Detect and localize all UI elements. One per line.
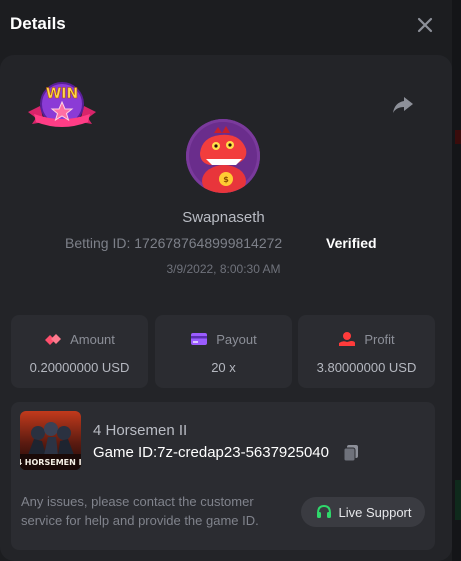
avatar: $ <box>186 119 260 193</box>
headset-icon <box>315 503 333 521</box>
game-name[interactable]: 4 Horsemen II <box>93 422 187 439</box>
stat-amount: Amount 0.20000000 USD <box>11 315 148 388</box>
modal-header: Details <box>0 0 461 50</box>
win-badge-icon: WIN <box>26 78 98 134</box>
svg-text:$: $ <box>223 175 229 184</box>
stat-payout: Payout 20 x <box>155 315 292 388</box>
game-id: Game ID:7z-credap23-5637925040 <box>93 444 329 461</box>
live-support-label: Live Support <box>338 504 412 520</box>
username: Swapnaseth <box>182 209 265 226</box>
support-notice: Any issues, please contact the customer … <box>21 494 259 528</box>
card-icon <box>190 331 208 347</box>
background-strip <box>452 0 461 561</box>
svg-text:WIN: WIN <box>46 86 78 102</box>
game-thumbnail[interactable]: 4 HORSEMEN II <box>20 411 81 470</box>
stat-payout-value: 20 x <box>211 360 236 375</box>
live-support-button[interactable]: Live Support <box>301 497 425 527</box>
close-icon[interactable] <box>414 14 436 36</box>
share-icon[interactable] <box>391 94 415 116</box>
coins-icon <box>44 331 62 347</box>
details-modal: Details WIN $ Swapnaseth Betting ID: 172… <box>0 0 461 561</box>
stat-profit-label: Profit <box>364 331 395 347</box>
betting-id: Betting ID: 1726787648999814272 <box>65 235 283 251</box>
verified-badge: Verified <box>326 235 377 251</box>
copy-icon[interactable] <box>342 444 360 462</box>
svg-text:4 HORSEMEN II: 4 HORSEMEN II <box>20 458 81 467</box>
profit-icon <box>338 331 356 347</box>
stat-payout-label: Payout <box>216 331 257 347</box>
bet-datetime: 3/9/2022, 8:00:30 AM <box>166 262 281 276</box>
stat-amount-value: 0.20000000 USD <box>29 360 130 375</box>
stat-amount-label: Amount <box>70 331 115 347</box>
stat-profit-value: 3.80000000 USD <box>316 360 417 375</box>
modal-title: Details <box>10 14 66 33</box>
stat-profit: Profit 3.80000000 USD <box>298 315 435 388</box>
